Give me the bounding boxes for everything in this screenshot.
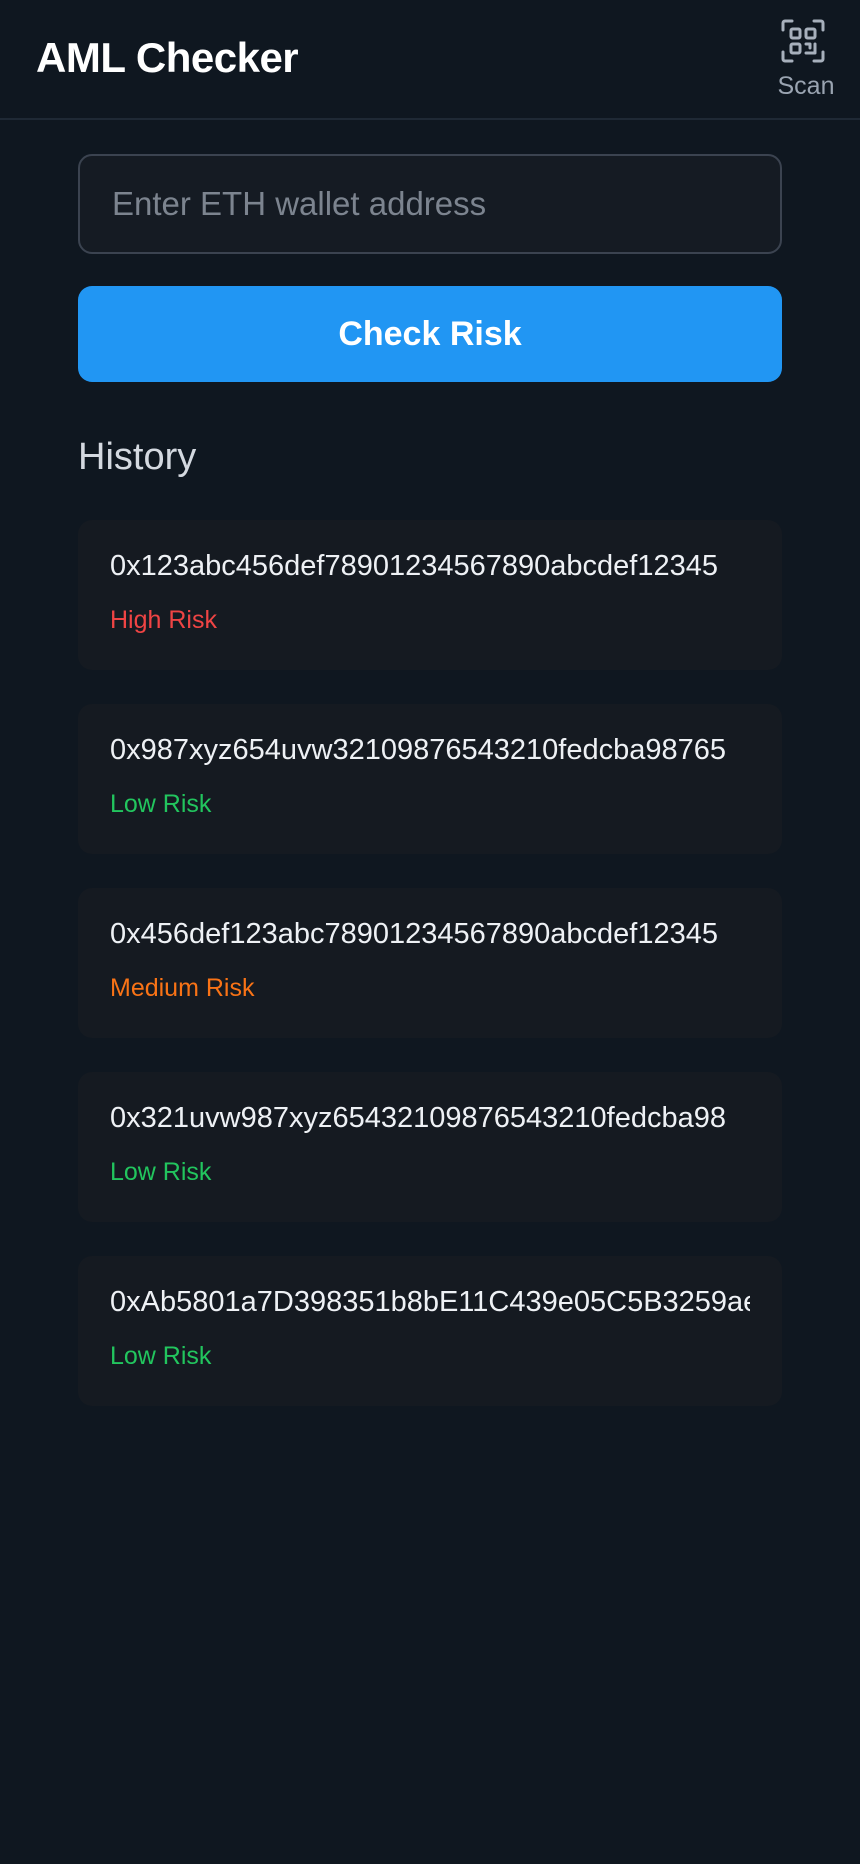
history-item[interactable]: 0x987xyz654uvw32109876543210fedcba98765 …	[78, 704, 782, 854]
app-header: AML Checker Scan	[0, 0, 860, 120]
risk-badge: Low Risk	[110, 1342, 212, 1370]
scan-label: Scan	[777, 72, 835, 100]
app-screen: AML Checker Scan Check Risk History 0x12…	[0, 0, 860, 1864]
history-item-address: 0xAb5801a7D398351b8bE11C439e05C5B3259aec…	[110, 1286, 750, 1318]
risk-badge: High Risk	[110, 606, 217, 634]
risk-badge: Low Risk	[110, 1158, 212, 1186]
scan-button[interactable]: Scan	[774, 18, 838, 102]
history-item[interactable]: 0x123abc456def78901234567890abcdef12345 …	[78, 520, 782, 670]
history-list: 0x123abc456def78901234567890abcdef12345 …	[78, 520, 782, 1440]
history-heading: History	[78, 436, 197, 478]
risk-badge: Low Risk	[110, 790, 212, 818]
risk-badge: Medium Risk	[110, 974, 255, 1002]
history-item-address: 0x123abc456def78901234567890abcdef12345	[110, 550, 718, 582]
history-item-address: 0x456def123abc78901234567890abcdef12345	[110, 918, 718, 950]
history-item[interactable]: 0x321uvw987xyz65432109876543210fedcba98 …	[78, 1072, 782, 1222]
history-item-address: 0x321uvw987xyz65432109876543210fedcba98	[110, 1102, 726, 1134]
qr-scan-icon	[781, 19, 825, 63]
history-item[interactable]: 0x456def123abc78901234567890abcdef12345 …	[78, 888, 782, 1038]
history-item-address: 0x987xyz654uvw32109876543210fedcba98765	[110, 734, 726, 766]
wallet-address-input[interactable]	[78, 154, 782, 254]
app-title: AML Checker	[36, 34, 299, 81]
check-risk-button[interactable]: Check Risk	[78, 286, 782, 382]
history-item[interactable]: 0xAb5801a7D398351b8bE11C439e05C5B3259aec…	[78, 1256, 782, 1406]
